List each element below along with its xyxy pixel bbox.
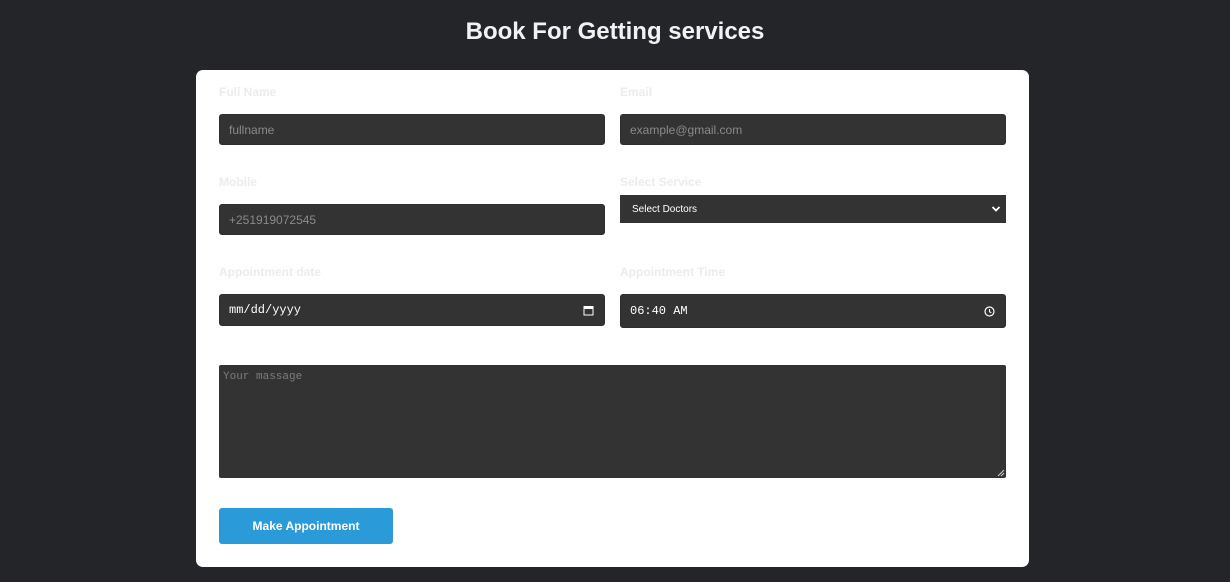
page-title: Book For Getting services — [465, 18, 765, 45]
appointment-date-label: Appointment date — [219, 265, 321, 279]
service-select[interactable]: Select Doctors — [620, 195, 1006, 223]
mobile-placeholder: +251919072545 — [229, 212, 317, 227]
booking-page: Book For Getting services Full Name full… — [0, 0, 1230, 582]
clock-icon[interactable] — [984, 306, 995, 317]
full-name-input[interactable]: fullname — [219, 114, 605, 145]
make-appointment-button[interactable]: Make Appointment — [219, 508, 393, 544]
appointment-time-label: Appointment Time — [620, 265, 726, 279]
mobile-label: Mobile — [219, 175, 257, 189]
appointment-date-value: mm/dd/yyyy — [229, 303, 302, 317]
booking-form-card: Full Name fullname Email example@gmail.c… — [196, 70, 1029, 567]
mobile-input[interactable]: +251919072545 — [219, 204, 605, 235]
email-label: Email — [620, 85, 653, 99]
message-placeholder: Your massage — [223, 371, 303, 383]
full-name-label: Full Name — [219, 85, 277, 99]
service-selected-value: Select Doctors — [632, 203, 698, 215]
appointment-time-input[interactable]: 06:40 AM — [620, 294, 1006, 328]
chevron-down-icon — [991, 206, 1001, 212]
full-name-placeholder: fullname — [229, 122, 275, 137]
resize-grip-icon[interactable] — [997, 469, 1005, 477]
select-service-label: Select Service — [620, 175, 702, 189]
message-textarea[interactable]: Your massage — [219, 365, 1006, 478]
calendar-icon[interactable] — [583, 305, 594, 316]
email-placeholder: example@gmail.com — [630, 122, 743, 137]
email-input[interactable]: example@gmail.com — [620, 114, 1006, 145]
appointment-date-input[interactable]: mm/dd/yyyy — [219, 294, 605, 326]
appointment-time-value: 06:40 AM — [630, 304, 688, 318]
